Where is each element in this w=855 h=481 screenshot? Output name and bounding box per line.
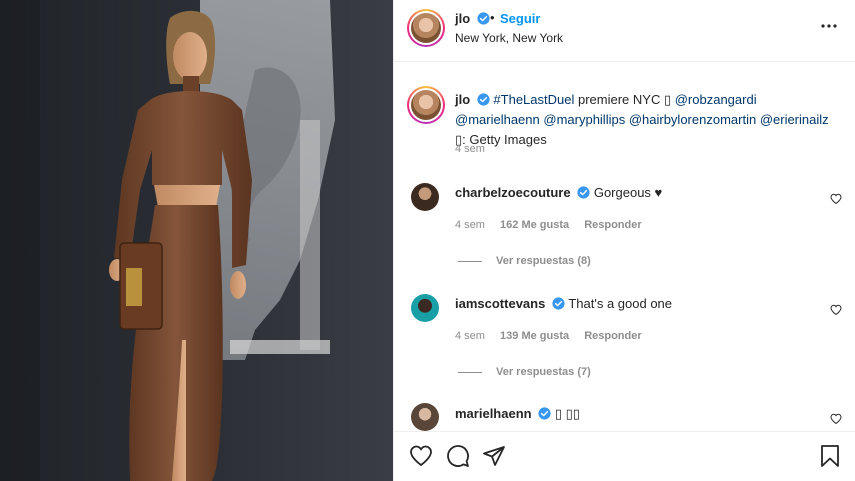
commenter-avatar[interactable] [411,403,439,431]
post-header: jlo • Seguir New York, New York [394,0,855,62]
comment-icon[interactable] [446,444,470,468]
author-username-link[interactable]: jlo [455,11,490,26]
comment-text: marielhaenn ▯ ▯▯ [455,406,580,422]
replies-divider [458,371,482,373]
comment-likes[interactable]: 139 Me gusta [500,330,569,342]
heart-icon[interactable] [830,193,842,205]
view-replies-button[interactable]: Ver respuestas (7) [458,366,591,378]
post-location[interactable]: New York, New York [455,31,563,45]
verified-badge-icon [538,407,551,420]
comment-timestamp[interactable]: 4 sem [455,330,485,342]
caption-username[interactable]: jlo [455,92,470,107]
commenter-avatar[interactable] [411,183,439,211]
heart-icon[interactable] [830,304,842,316]
post-photo[interactable] [0,0,393,481]
caption-text: jlo #TheLastDuel premiere NYC ▯ @robzang… [455,90,840,150]
author-avatar[interactable] [407,9,445,47]
commenter-username[interactable]: marielhaenn [455,406,532,421]
hashtag-link[interactable]: #TheLastDuel [493,92,574,107]
heart-icon[interactable] [830,413,842,425]
reply-button[interactable]: Responder [584,219,641,231]
caption-text-part: premiere NYC [574,92,664,107]
bookmark-icon[interactable] [818,444,842,468]
comment-likes[interactable]: 162 Me gusta [500,219,569,231]
view-replies-button[interactable]: Ver respuestas (8) [458,255,591,267]
heart-icon[interactable] [409,444,433,468]
follow-button[interactable]: Seguir [500,11,540,26]
comment-timestamp[interactable]: 4 sem [455,219,485,231]
commenter-username[interactable]: iamscottevans [455,296,545,311]
emoji-glyph: ▯ [663,92,672,107]
separator-dot: • [490,10,495,25]
post-action-bar [394,431,855,481]
comment-meta: 4 sem 162 Me gusta Responder [455,219,654,231]
mention-link[interactable]: @marielhaenn [455,112,540,127]
comment-body: ▯ ▯▯ [554,406,580,421]
verified-badge-icon [577,186,590,199]
verified-badge-icon [477,93,490,106]
comment-text: charbelzoecouture Gorgeous ♥ [455,185,662,200]
commenter-username[interactable]: charbelzoecouture [455,185,571,200]
comment-body: Gorgeous ♥ [593,185,663,200]
commenter-avatar[interactable] [411,294,439,322]
more-options-icon[interactable] [820,17,838,35]
mention-link[interactable]: @erierinailz [760,112,829,127]
comment-body: That's a good one [568,296,673,311]
view-replies-label[interactable]: Ver respuestas (7) [496,366,591,378]
post-details-panel: jlo • Seguir New York, New York jlo #The… [393,0,855,481]
caption-timestamp[interactable]: 4 sem [455,143,485,155]
reply-button[interactable]: Responder [584,330,641,342]
caption-author-avatar[interactable] [407,86,445,124]
view-replies-label[interactable]: Ver respuestas (8) [496,255,591,267]
comment-meta: 4 sem 139 Me gusta Responder [455,330,654,342]
mention-link[interactable]: @robzangardi [675,92,757,107]
mention-link[interactable]: @maryphillips [543,112,625,127]
verified-badge-icon [477,12,490,25]
share-icon[interactable] [482,444,506,468]
post-image [0,0,393,481]
author-username[interactable]: jlo [455,11,470,26]
comment-text: iamscottevans That's a good one [455,296,672,311]
replies-divider [458,260,482,262]
verified-badge-icon [552,297,565,310]
mention-link[interactable]: @hairbylorenzomartin [629,112,756,127]
